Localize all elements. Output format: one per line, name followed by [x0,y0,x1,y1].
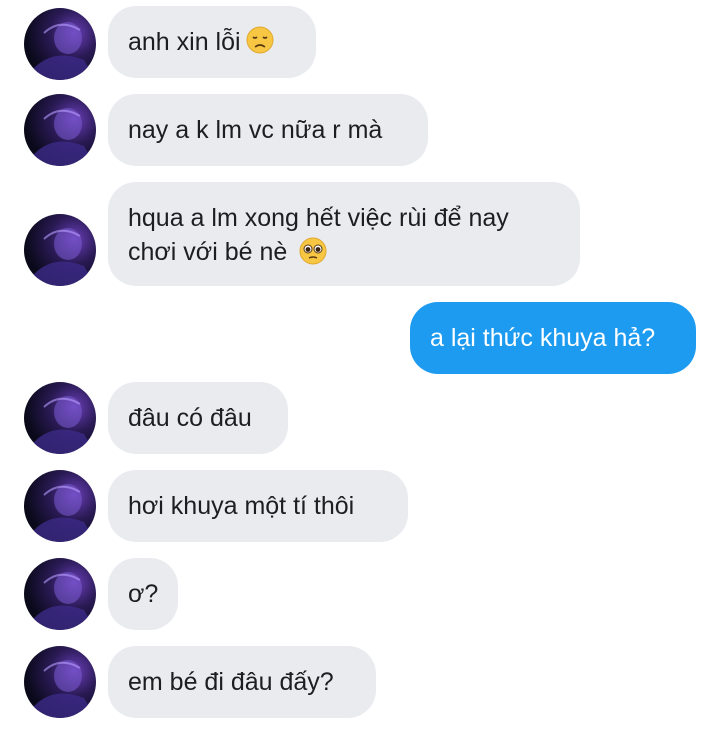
message-bubble-incoming[interactable]: nay a k lm vc nữa r mà [108,94,428,166]
contact-avatar[interactable] [24,382,96,454]
message-bubble-incoming[interactable]: em bé đi đâu đấy? [108,646,376,718]
avatar-photo-icon [24,396,96,454]
avatar-photo-icon [24,572,96,630]
contact-avatar[interactable] [24,558,96,630]
avatar-photo-icon [24,484,96,542]
message-bubble-incoming[interactable]: đâu có đâu [108,382,288,454]
message-text: ơ? [128,580,159,608]
message-bubble-outgoing[interactable]: a lại thức khuya hả? [410,302,696,374]
message-text: nay a k lm vc nữa r mà [128,116,383,144]
avatar-photo-icon [24,22,96,80]
message-text-line: chơi với bé nè [128,235,328,269]
avatar-photo-icon [24,108,96,166]
contact-avatar[interactable] [24,470,96,542]
contact-avatar[interactable] [24,94,96,166]
contact-avatar[interactable] [24,646,96,718]
avatar-photo-icon [24,660,96,718]
contact-avatar[interactable] [24,8,96,80]
message-text: em bé đi đâu đấy? [128,668,334,696]
message-text: đâu có đâu [128,404,252,432]
message-bubble-incoming[interactable]: hqua a lm xong hết việc rùi để nay chơi … [108,182,580,286]
message-text-line: hqua a lm xong hết việc rùi để nay [128,204,509,232]
avatar-photo-icon [24,228,96,286]
message-bubble-incoming[interactable]: anh xin lỗi [108,6,316,78]
message-text: anh xin lỗi [128,28,241,56]
disappointed-face-icon [246,26,274,54]
message-bubble-incoming[interactable]: ơ? [108,558,178,630]
message-text: hơi khuya một tí thôi [128,492,355,520]
message-bubble-incoming[interactable]: hơi khuya một tí thôi [108,470,408,542]
message-text: a lại thức khuya hả? [430,324,656,352]
contact-avatar[interactable] [24,214,96,286]
pleading-face-icon [299,237,327,265]
